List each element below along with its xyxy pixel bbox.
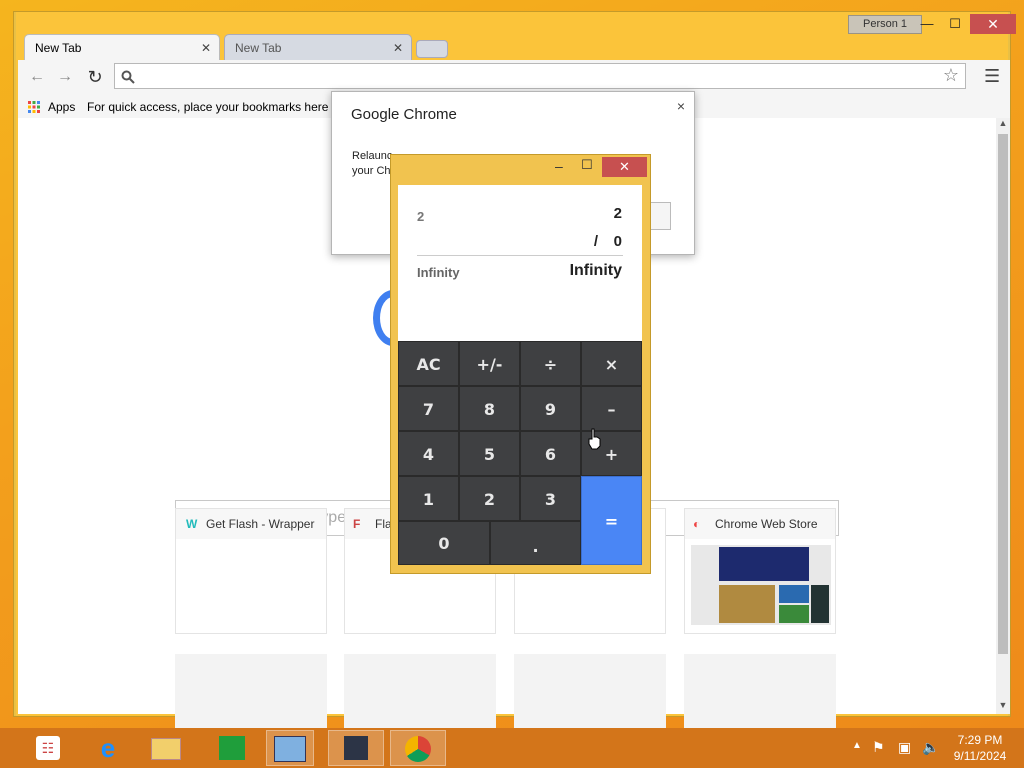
equals-button[interactable]: = <box>581 476 642 565</box>
close-icon[interactable]: ✕ <box>393 35 403 61</box>
thumbnail <box>691 545 831 625</box>
calculator-display: 2 2 / 0 Infinity Infinity <box>398 185 642 341</box>
tile-title: Get Flash - Wrapper <box>206 517 315 531</box>
close-window-button[interactable]: ✕ <box>602 157 647 177</box>
minimize-button[interactable]: – <box>555 158 563 174</box>
back-arrow-icon[interactable]: ← <box>26 66 48 88</box>
digit-0-button[interactable]: 0 <box>398 521 490 565</box>
digit-6-button[interactable]: 6 <box>520 431 581 476</box>
taskbar: ☷ e ▲ ⚑ ▣ 🔈 7:29 PM 9/11/2024 <box>0 728 1024 768</box>
tab-label: New Tab <box>35 41 82 55</box>
clock-time[interactable]: 7:29 PM <box>950 733 1010 747</box>
address-bar[interactable]: ☆ <box>114 63 966 89</box>
clear-button[interactable]: AC <box>398 341 459 386</box>
maximize-button[interactable]: ☐ <box>581 157 593 173</box>
apps-grid-icon <box>28 101 40 113</box>
start-apps-icon[interactable]: ☷ <box>24 730 72 766</box>
close-icon[interactable]: × <box>677 98 685 114</box>
empty-tile <box>684 654 836 730</box>
digit-7-button[interactable]: 7 <box>398 386 459 431</box>
reload-icon[interactable]: ↻ <box>84 66 106 88</box>
result-label: Infinity <box>417 265 460 280</box>
control-panel-icon[interactable] <box>266 730 314 766</box>
divide-button[interactable]: ÷ <box>520 341 581 386</box>
scroll-down-icon[interactable]: ▼ <box>996 700 1010 714</box>
chrome-store-icon: ◐ <box>693 517 701 531</box>
volume-icon[interactable]: 🔈 <box>922 739 939 756</box>
digit-3-button[interactable]: 3 <box>520 476 581 521</box>
profile-badge[interactable]: Person 1 <box>848 15 922 34</box>
hand-cursor-icon <box>588 428 601 450</box>
store-icon[interactable] <box>208 730 256 766</box>
sign-toggle-button[interactable]: +/- <box>459 341 520 386</box>
search-icon <box>121 70 135 84</box>
digit-8-button[interactable]: 8 <box>459 386 520 431</box>
empty-tile <box>344 654 496 730</box>
star-icon[interactable]: ☆ <box>943 65 959 86</box>
operand-second: 0 <box>613 233 622 250</box>
action-center-flag-icon[interactable]: ⚑ <box>872 739 885 756</box>
scroll-thumb[interactable] <box>998 134 1008 654</box>
calculator-window: – ☐ ✕ 2 2 / 0 Infinity Infinity AC +/- ÷… <box>390 154 651 574</box>
apps-link[interactable]: Apps <box>48 100 75 114</box>
multiply-button[interactable]: × <box>581 341 642 386</box>
digit-9-button[interactable]: 9 <box>520 386 581 431</box>
dialog-title: Google Chrome <box>351 106 457 123</box>
internet-explorer-icon[interactable]: e <box>84 730 132 766</box>
tab-new-tab-inactive[interactable]: New Tab ✕ <box>224 34 412 60</box>
result-value: Infinity <box>569 262 622 279</box>
digit-5-button[interactable]: 5 <box>459 431 520 476</box>
flash-icon: F <box>353 517 361 531</box>
close-window-button[interactable]: ✕ <box>970 14 1016 34</box>
empty-tile <box>514 654 666 730</box>
digit-4-button[interactable]: 4 <box>398 431 459 476</box>
network-icon[interactable]: ▣ <box>898 739 911 756</box>
flash-wrapper-icon: W <box>186 517 198 531</box>
chrome-taskbar-icon[interactable] <box>390 730 446 766</box>
clock-date[interactable]: 9/11/2024 <box>950 749 1010 763</box>
divider <box>417 255 623 256</box>
decimal-button[interactable]: . <box>490 521 581 565</box>
empty-tile <box>175 654 327 730</box>
menu-icon[interactable]: ☰ <box>984 66 1000 87</box>
tab-new-tab-active[interactable]: New Tab ✕ <box>24 34 220 60</box>
dialog-text-line2: your Ch <box>352 165 391 177</box>
file-explorer-icon[interactable] <box>142 730 190 766</box>
history-value: 2 <box>417 209 425 224</box>
operand-first: 2 <box>613 205 622 222</box>
digit-1-button[interactable]: 1 <box>398 476 459 521</box>
show-hidden-icons[interactable]: ▲ <box>852 740 862 751</box>
calculator-taskbar-icon[interactable] <box>328 730 384 766</box>
most-visited-tile[interactable]: W Get Flash - Wrapper <box>175 508 327 634</box>
subtract-button[interactable]: – <box>581 386 642 431</box>
tile-title: Chrome Web Store <box>715 517 818 531</box>
tab-label: New Tab <box>235 41 282 55</box>
minimize-button[interactable]: — <box>912 15 942 33</box>
dialog-text-line1: Relaunc <box>352 150 393 162</box>
digit-2-button[interactable]: 2 <box>459 476 520 521</box>
scroll-up-icon[interactable]: ▲ <box>996 118 1010 132</box>
new-tab-button[interactable] <box>416 40 448 58</box>
maximize-button[interactable]: ☐ <box>940 15 970 33</box>
close-icon[interactable]: ✕ <box>201 35 211 61</box>
keypad: AC +/- ÷ × 7 8 9 – 4 5 6 + 1 2 3 = 0 . <box>398 341 642 565</box>
forward-arrow-icon[interactable]: → <box>54 66 76 88</box>
scrollbar[interactable]: ▲ ▼ <box>996 118 1010 714</box>
most-visited-tile[interactable]: ◐ Chrome Web Store <box>684 508 836 634</box>
bookmarks-hint: For quick access, place your bookmarks h… <box>87 100 337 114</box>
operator: / <box>593 233 598 250</box>
